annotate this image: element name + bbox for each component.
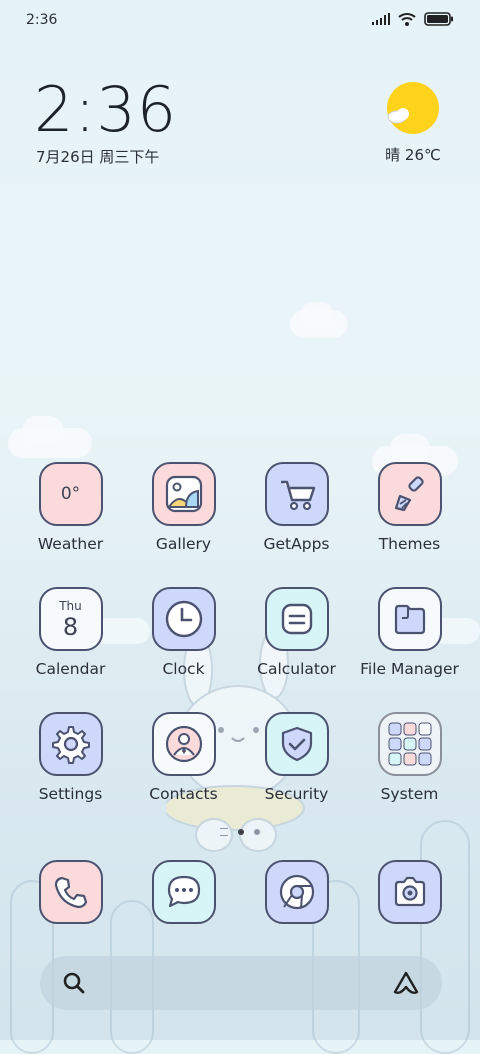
app-system-folder[interactable]: System xyxy=(353,712,466,803)
calendar-date: 8 xyxy=(62,613,79,641)
app-clock[interactable]: Clock xyxy=(127,587,240,678)
browser-icon[interactable] xyxy=(264,860,329,924)
calendar-day: Thu xyxy=(59,599,82,613)
status-time: 2:36 xyxy=(26,12,58,28)
app-label-weather: Weather xyxy=(37,535,104,553)
dock-browser[interactable] xyxy=(240,860,353,924)
gallery-icon[interactable] xyxy=(151,462,216,526)
app-label-file-manager: File Manager xyxy=(360,660,459,678)
battery-icon xyxy=(424,12,453,26)
contact-person-icon[interactable] xyxy=(151,712,216,776)
app-settings[interactable]: Settings xyxy=(14,712,127,803)
app-label-clock: Clock xyxy=(162,660,205,678)
calendar-icon[interactable]: Thu 8 xyxy=(38,587,103,651)
shield-check-icon[interactable] xyxy=(264,712,329,776)
app-label-themes: Themes xyxy=(378,535,441,553)
weather-widget[interactable]: 晴 26℃ xyxy=(382,82,444,165)
paintbrush-icon[interactable] xyxy=(377,462,442,526)
app-label-calendar: Calendar xyxy=(35,660,106,678)
weather-app-temp: 0° xyxy=(60,484,81,504)
app-calendar[interactable]: Thu 8 Calendar xyxy=(14,587,127,678)
weather-app-icon[interactable]: 0° xyxy=(38,462,103,526)
clock-widget-date[interactable]: 7月26日 周三下午 xyxy=(36,146,159,167)
app-security[interactable]: Security xyxy=(240,712,353,803)
search-bar[interactable] xyxy=(40,956,442,1010)
app-getapps[interactable]: GetApps xyxy=(240,462,353,553)
app-label-settings: Settings xyxy=(38,785,103,803)
gear-icon[interactable] xyxy=(38,712,103,776)
app-label-contacts: Contacts xyxy=(149,785,218,803)
weather-summary: 晴 26℃ xyxy=(385,146,441,164)
clock-icon[interactable] xyxy=(151,587,216,651)
app-label-system: System xyxy=(380,785,439,803)
app-calculator[interactable]: Calculator xyxy=(240,587,353,678)
sunny-weather-icon xyxy=(387,82,439,134)
app-label-calculator: Calculator xyxy=(257,660,336,678)
app-label-gallery: Gallery xyxy=(155,535,212,553)
app-folder-icon[interactable] xyxy=(377,712,442,776)
calculator-icon[interactable] xyxy=(264,587,329,651)
app-drawer-indicator-icon xyxy=(220,828,228,836)
phone-icon[interactable] xyxy=(38,860,103,924)
page-dot xyxy=(254,829,260,835)
messaging-icon[interactable] xyxy=(151,860,216,924)
clock-widget-time[interactable]: 2:36 xyxy=(34,74,177,146)
app-gallery[interactable]: Gallery xyxy=(127,462,240,553)
wifi-icon xyxy=(398,13,416,26)
page-dot-active xyxy=(238,829,244,835)
dock-phone[interactable] xyxy=(14,860,127,924)
shopping-cart-icon[interactable] xyxy=(264,462,329,526)
app-file-manager[interactable]: File Manager xyxy=(353,587,466,678)
app-label-getapps: GetApps xyxy=(263,535,330,553)
signal-icon xyxy=(372,13,390,25)
app-themes[interactable]: Themes xyxy=(353,462,466,553)
search-icon[interactable] xyxy=(62,971,86,995)
status-bar: 2:36 xyxy=(0,0,480,44)
app-label-security: Security xyxy=(264,785,329,803)
status-icons xyxy=(372,12,454,26)
camera-icon[interactable] xyxy=(377,860,442,924)
page-indicator[interactable] xyxy=(0,828,480,836)
app-weather[interactable]: 0° Weather xyxy=(14,462,127,553)
dock-messages[interactable] xyxy=(127,860,240,924)
app-contacts[interactable]: Contacts xyxy=(127,712,240,803)
assistant-icon[interactable] xyxy=(392,970,420,996)
dock-camera[interactable] xyxy=(353,860,466,924)
folder-icon[interactable] xyxy=(377,587,442,651)
